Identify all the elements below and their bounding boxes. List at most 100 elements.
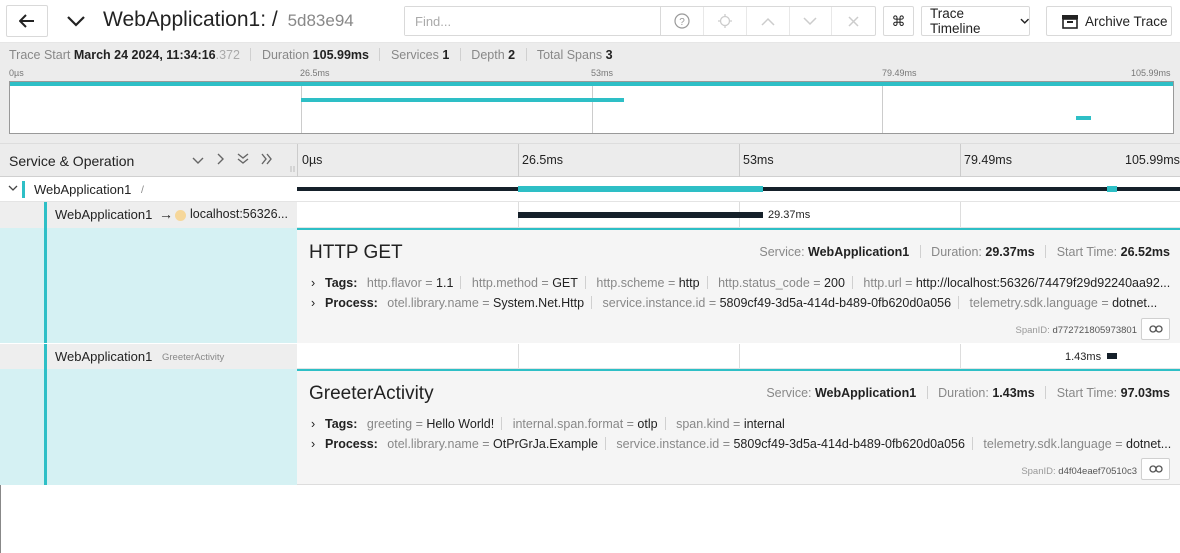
child-span-overlay <box>518 186 763 192</box>
view-mode-select[interactable]: Trace Timeline <box>921 6 1030 36</box>
back-button[interactable] <box>6 5 48 37</box>
divider <box>525 48 527 61</box>
span-detail-meta: Service: WebApplication1 Duration: 1.43m… <box>766 386 1170 400</box>
process-value: 5809cf49-3d5a-414d-b489-0fb620d0a056 <box>733 437 965 451</box>
span-bar <box>1107 353 1117 359</box>
process-section[interactable]: › Process: otel.library.name = OtPrGrJa.E… <box>311 437 1171 451</box>
find-input[interactable] <box>405 7 662 35</box>
process-key: telemetry.sdk.language <box>969 296 1098 310</box>
collapse-one-button[interactable] <box>192 152 204 169</box>
expand-all-button[interactable] <box>261 152 274 169</box>
tag-key: internal.span.format <box>512 417 624 431</box>
archive-icon <box>1062 14 1078 29</box>
process-key: otel.library.name <box>387 296 479 310</box>
next-match-button[interactable] <box>790 7 833 35</box>
clear-find-button[interactable] <box>832 7 875 35</box>
span-operation: GreeterActivity <box>162 352 225 363</box>
span-id: SpanID: d772721805973801 <box>1015 325 1137 336</box>
span-name-cell[interactable]: WebApplication1 → localhost:56326... <box>0 202 297 228</box>
start-time-value: 26.52ms <box>1120 245 1170 259</box>
trace-summary: Trace Start March 24 2024, 11:34:16.372 … <box>0 43 1180 67</box>
column-title: Service & Operation <box>9 153 135 169</box>
copy-link-button[interactable] <box>1141 458 1170 480</box>
divider <box>459 48 461 61</box>
tag-key: span.kind <box>676 417 730 431</box>
trace-id: 5d83e94 <box>287 11 354 30</box>
divider <box>706 276 708 289</box>
chevron-right-icon[interactable]: › <box>311 276 319 290</box>
span-row[interactable]: WebApplication1 / <box>0 177 1180 202</box>
chevron-down-icon <box>192 157 204 164</box>
tags-label: Tags: <box>325 417 358 431</box>
divider <box>591 296 593 309</box>
span-id: SpanID: d4f04eaef70510c3 <box>1021 466 1137 477</box>
process-label: Process: <box>325 437 378 451</box>
tag-value: http <box>678 276 700 290</box>
process-key: telemetry.sdk.language <box>983 437 1112 451</box>
minimap-canvas[interactable] <box>9 81 1174 134</box>
span-row[interactable]: WebApplication1 GreeterActivity 1.43ms <box>0 344 1180 369</box>
minimap-tick: 0µs <box>9 68 24 78</box>
tag-key: http.flavor <box>366 276 422 290</box>
span-name-cell[interactable]: WebApplication1 GreeterActivity <box>0 344 297 369</box>
timeline-header: Service & Operation 0µs 26.5ms 53ms 79.4… <box>0 143 1180 177</box>
timeline-tick: 79.49ms <box>964 153 1012 167</box>
depth-value: 2 <box>508 48 516 62</box>
service-color-marker <box>44 228 47 343</box>
divider <box>1045 386 1047 399</box>
chevron-right-icon[interactable]: › <box>311 296 319 310</box>
timeline-gridline <box>960 144 961 177</box>
tag-key: http.method <box>471 276 538 290</box>
service-color-marker <box>44 369 47 485</box>
span-bar-cell[interactable] <box>297 177 1180 201</box>
process-value: dotnet... <box>1112 296 1158 310</box>
span-peer: localhost:56326... <box>190 207 288 221</box>
process-value: OtPrGrJa.Example <box>493 437 598 451</box>
chevron-right-icon[interactable]: › <box>311 417 319 431</box>
service-label: Service: <box>766 386 812 400</box>
span-bar-cell[interactable]: 1.43ms <box>297 344 1180 369</box>
duration-value: 29.37ms <box>985 245 1035 259</box>
svg-text:?: ? <box>679 17 685 28</box>
span-name-cell[interactable]: WebApplication1 / <box>0 177 297 201</box>
span-duration-label: 29.37ms <box>768 209 811 221</box>
chevron-right-icon[interactable]: › <box>311 437 319 451</box>
close-icon <box>848 15 859 27</box>
collapse-header-button[interactable] <box>64 10 88 32</box>
archive-trace-button[interactable]: Archive Trace <box>1046 6 1172 36</box>
chevron-down-icon[interactable] <box>8 185 18 192</box>
timeline-gridline <box>518 144 519 177</box>
process-key: service.instance.id <box>616 437 720 451</box>
trace-start-ms: .372 <box>215 48 240 62</box>
span-row[interactable]: WebApplication1 → localhost:56326... 29.… <box>0 202 1180 228</box>
minimap-span-bar <box>301 98 624 102</box>
divider <box>604 437 606 450</box>
tag-value: 200 <box>824 276 845 290</box>
start-time-label: Start Time: <box>1056 245 1118 259</box>
expand-one-button[interactable] <box>217 152 225 169</box>
copy-link-button[interactable] <box>1141 318 1170 340</box>
prev-match-button[interactable] <box>747 7 790 35</box>
tag-value: Hello World! <box>426 417 495 431</box>
minimap-gridline <box>882 82 883 133</box>
span-bar-cell[interactable]: 29.37ms <box>297 202 1180 228</box>
tags-section[interactable]: › Tags: greeting = Hello World! internal.… <box>311 417 1171 431</box>
divider <box>460 276 462 289</box>
service-color-marker <box>22 181 25 198</box>
minimap-span-bar <box>10 82 1173 86</box>
tags-section[interactable]: › Tags: http.flavor = 1.1 http.method = G… <box>311 276 1171 290</box>
process-section[interactable]: › Process: otel.library.name = System.Net… <box>311 296 1171 310</box>
total-spans-label: Total Spans <box>536 48 603 62</box>
help-circle-icon: ? <box>674 13 690 29</box>
column-resizer[interactable] <box>288 144 297 177</box>
tag-value: 1.1 <box>436 276 454 290</box>
trace-minimap[interactable]: 0µs 26.5ms 53ms 79.49ms 105.99ms <box>0 67 1180 143</box>
locate-button[interactable] <box>704 7 747 35</box>
process-value: System.Net.Http <box>493 296 585 310</box>
peer-dot-icon <box>175 210 186 221</box>
find-help-button[interactable]: ? <box>661 7 705 35</box>
keyboard-shortcuts-button[interactable]: ⌘ <box>883 6 914 36</box>
process-label: Process: <box>325 296 378 310</box>
span-id-label: SpanID: <box>1015 325 1050 336</box>
collapse-all-button[interactable] <box>237 152 249 169</box>
